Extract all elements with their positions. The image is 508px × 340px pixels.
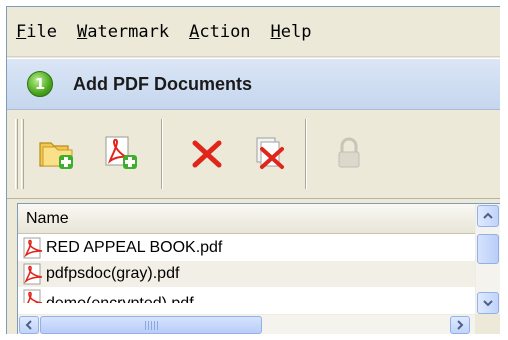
clear-all-icon (256, 137, 284, 169)
menu-bar: File Watermark Action Help (7, 7, 500, 57)
delete-button[interactable] (183, 129, 231, 177)
encrypt-button[interactable] (325, 129, 373, 177)
list-header: Name (18, 204, 476, 234)
list-item[interactable]: RED APPEAL BOOK.pdf (18, 235, 476, 261)
pdf-file-icon (23, 237, 43, 259)
vertical-scroll-thumb[interactable] (477, 234, 499, 264)
toolbar (7, 111, 500, 199)
list-item[interactable]: pdfpsdoc(gray).pdf (18, 261, 476, 287)
step-number-badge: 1 (27, 71, 53, 97)
chevron-down-icon (483, 300, 493, 307)
scrollbar-corner (475, 314, 500, 334)
pdf-file-icon (23, 263, 43, 285)
file-name: pdfpsdoc(gray).pdf (46, 265, 180, 282)
column-header-name[interactable]: Name (26, 210, 69, 228)
scroll-left-button[interactable] (19, 316, 39, 334)
menu-help[interactable]: Help (271, 22, 312, 42)
app-window: File Watermark Action Help 1 Add PDF Doc… (6, 6, 500, 334)
file-name: demo(encrypted).pdf (46, 295, 194, 303)
delete-icon (192, 140, 222, 168)
file-rows: RED APPEAL BOOK.pdf pdfpsdoc(gray).pdf d… (18, 235, 476, 303)
menu-file[interactable]: File (16, 22, 57, 42)
horizontal-scrollbar[interactable] (18, 314, 476, 334)
menu-action[interactable]: Action (189, 22, 250, 42)
chevron-up-icon (483, 212, 493, 219)
chevron-left-icon (25, 320, 32, 330)
scroll-right-button[interactable] (450, 316, 470, 334)
add-pdf-button[interactable] (97, 129, 145, 177)
toolbar-grip[interactable] (15, 119, 18, 189)
scroll-down-button[interactable] (477, 292, 499, 314)
horizontal-scroll-thumb[interactable] (40, 316, 262, 334)
chevron-right-icon (457, 320, 464, 330)
scroll-thumb-grip (145, 321, 159, 330)
toolbar-separator (305, 119, 307, 189)
step-header: 1 Add PDF Documents (7, 58, 500, 110)
clear-all-button[interactable] (245, 129, 293, 177)
file-list[interactable]: Name RED APPEAL BOOK.pdf pdfpsdoc(gray).… (17, 203, 500, 334)
pdf-file-icon (23, 289, 43, 303)
scroll-up-button[interactable] (477, 205, 499, 227)
lock-icon (338, 137, 360, 168)
toolbar-separator (161, 119, 163, 189)
step-title: Add PDF Documents (73, 73, 253, 94)
toolbar-grip[interactable] (21, 119, 24, 189)
vertical-scrollbar[interactable] (475, 204, 500, 316)
add-folder-icon (39, 142, 73, 169)
list-item[interactable]: demo(encrypted).pdf (18, 287, 476, 303)
menu-watermark[interactable]: Watermark (77, 22, 169, 42)
add-folder-button[interactable] (33, 129, 81, 177)
file-name: RED APPEAL BOOK.pdf (46, 239, 223, 256)
add-pdf-icon (105, 136, 137, 169)
